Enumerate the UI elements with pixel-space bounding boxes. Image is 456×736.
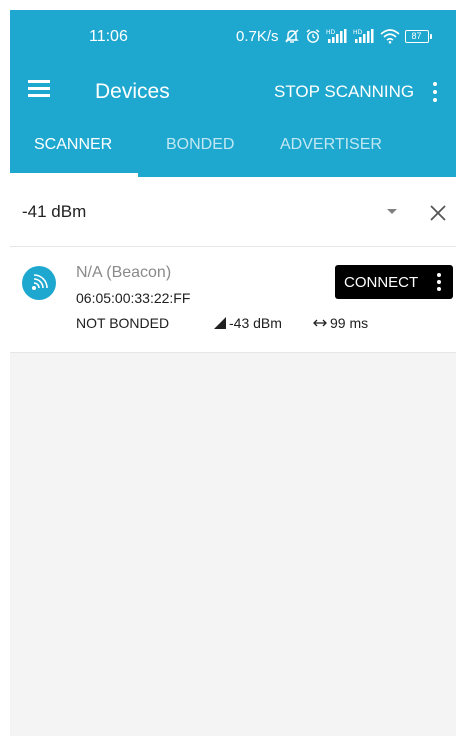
device-address: 06:05:00:33:22:FF [76, 290, 191, 306]
menu-icon[interactable] [28, 80, 50, 98]
bond-state: NOT BONDED [76, 315, 170, 331]
svg-text:HD: HD [353, 29, 363, 36]
connect-label: CONNECT [344, 274, 419, 291]
toolbar: Devices STOP SCANNING [10, 60, 456, 122]
rssi-value: -43 dBm [229, 315, 282, 331]
device-more-icon[interactable] [436, 272, 442, 292]
close-icon[interactable] [430, 205, 446, 221]
interval-icon [313, 319, 327, 327]
battery-level: 87 [404, 29, 429, 43]
filter-value: -41 dBm [22, 202, 87, 221]
tab-scanner[interactable]: SCANNER [34, 136, 112, 154]
rssi-readout: -43 dBm [214, 315, 282, 331]
tab-bar: SCANNER BONDED ADVERTISER [10, 122, 456, 177]
status-bar: 11:06 0.7K/s HD HD 87 [10, 10, 456, 60]
device-list-item[interactable]: N/A (Beacon) 06:05:00:33:22:FF NOT BONDE… [10, 247, 456, 353]
connect-button[interactable]: CONNECT [335, 265, 453, 299]
beacon-icon [22, 266, 56, 300]
status-time: 11:06 [89, 28, 128, 45]
device-name: N/A (Beacon) [76, 264, 172, 281]
dropdown-arrow-icon[interactable] [387, 209, 397, 214]
tab-advertiser[interactable]: ADVERTISER [280, 136, 382, 154]
net-speed: 0.7K/s [236, 27, 279, 45]
cell-signal-2-icon: HD [353, 28, 375, 44]
stop-scanning-button[interactable]: STOP SCANNING [274, 82, 414, 102]
alarm-icon [305, 28, 321, 44]
tab-bonded[interactable]: BONDED [166, 136, 234, 154]
wifi-icon [380, 28, 400, 44]
interval-readout: 99 ms [312, 315, 368, 331]
battery-icon: 87 [404, 29, 432, 43]
interval-value: 99 ms [330, 315, 369, 331]
overflow-menu-icon[interactable] [431, 82, 439, 102]
status-icons: 0.7K/s HD HD 87 [236, 25, 432, 47]
cell-signal-icon: HD [326, 28, 348, 44]
page-title: Devices [95, 80, 170, 103]
app-bar: 11:06 0.7K/s HD HD 87 Devices STOP SCANN… [10, 10, 456, 177]
rssi-filter[interactable]: -41 dBm [10, 177, 456, 247]
app-frame: 11:06 0.7K/s HD HD 87 Devices STOP SCANN… [10, 10, 456, 736]
svg-text:HD: HD [326, 29, 336, 36]
signal-icon [214, 317, 226, 329]
mute-icon [284, 28, 300, 44]
